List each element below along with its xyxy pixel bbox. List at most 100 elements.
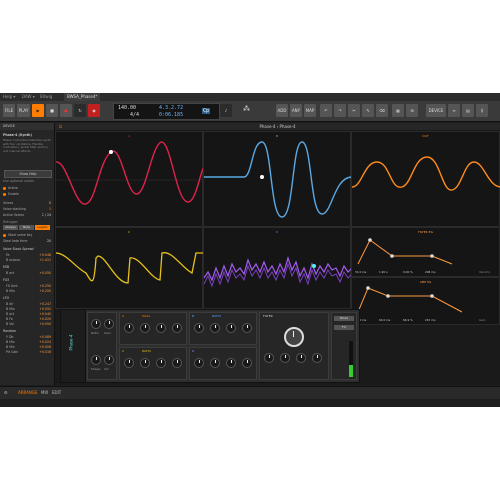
vol-knob[interactable] xyxy=(104,355,114,365)
mod-row[interactable]: B Mix +0.200 xyxy=(3,289,51,294)
toggle-active[interactable]: Active xyxy=(3,186,51,191)
power-icon[interactable]: ⏻ xyxy=(59,124,62,129)
menu-daw[interactable]: DAW ▾ xyxy=(22,93,35,101)
panel-button-3[interactable]: ⫼ xyxy=(476,104,488,117)
osc-c-label: C xyxy=(122,349,125,353)
scope-c-waveform xyxy=(56,252,204,284)
osc-d-knob-4[interactable] xyxy=(242,358,252,368)
menu-bitwig[interactable]: Bitwig xyxy=(40,93,52,101)
steal-toggle[interactable]: Steal same key xyxy=(3,233,51,238)
mod-row[interactable]: Pit Gain +0.016 xyxy=(3,350,51,355)
map-button[interactable]: MAP xyxy=(304,104,316,117)
output-meter-level xyxy=(349,365,353,377)
filter-knob-1[interactable] xyxy=(264,353,274,363)
bitwig-window: Help ▾ DAW ▾ Bitwig BWSA_Phase4* FILE PL… xyxy=(0,93,500,407)
osc-a-knob-4[interactable] xyxy=(172,323,182,333)
grid-button[interactable]: ▦ xyxy=(392,104,404,117)
cut-button[interactable]: ✂ xyxy=(348,104,360,117)
settings-icon[interactable]: ⚙ xyxy=(4,387,8,399)
retrigger-always[interactable]: Always xyxy=(3,225,18,230)
panel-button-2[interactable]: ▤ xyxy=(462,104,474,117)
editor-title: Phase-4 › Phase-4 xyxy=(259,124,296,129)
osc-d-knob-2[interactable] xyxy=(210,358,220,368)
add-button[interactable]: ADD xyxy=(276,104,288,117)
bottom-edit[interactable]: EDIT xyxy=(52,387,61,399)
retrigger-legato[interactable]: Legato xyxy=(35,225,50,230)
osc-c-knob-4[interactable] xyxy=(172,358,182,368)
voice-stacking-row[interactable]: Voice stacking 1 xyxy=(3,207,51,212)
osc-b-knob-3[interactable] xyxy=(226,323,236,333)
scope-a[interactable]: A xyxy=(55,131,204,227)
mod-row[interactable]: B octave +1.411 xyxy=(3,258,51,263)
bottom-bar: ARRANGE MIX EDIT ⚙ xyxy=(0,386,500,399)
record-button[interactable]: ● xyxy=(60,104,72,117)
file-button[interactable]: FILE xyxy=(3,104,15,117)
bitwig-logo-icon: ⁂ xyxy=(243,105,250,113)
mode-button[interactable]: Mode xyxy=(334,316,354,321)
project-tab[interactable]: BWSA_Phase4* xyxy=(64,93,101,101)
transport-mode[interactable]: Cp xyxy=(202,108,211,114)
osc-b-knob-1[interactable] xyxy=(194,323,204,333)
filter-knob-2[interactable] xyxy=(280,353,290,363)
device-button[interactable]: DEVICE xyxy=(426,104,446,117)
tempo-value[interactable]: 140.00 xyxy=(118,105,136,111)
time-signature[interactable]: 4/4 xyxy=(130,112,139,118)
toggle-enable[interactable]: Enable xyxy=(3,192,51,197)
osc-c-knob-3[interactable] xyxy=(156,358,166,368)
transport-display[interactable]: 140.00 4/4 4.3.2.72 0:06.185 Cp xyxy=(113,103,220,120)
filter-knob-3[interactable] xyxy=(296,353,306,363)
gain-knob[interactable] xyxy=(104,319,114,329)
osc-b-knob-4[interactable] xyxy=(242,323,252,333)
record-icon: ● xyxy=(64,108,68,113)
eraser-button[interactable]: ⌫ xyxy=(376,104,388,117)
osc-c-section: C RATIO xyxy=(119,347,187,380)
eraser-icon: ⌫ xyxy=(379,108,385,113)
mod-row[interactable]: B oct +0.050 xyxy=(3,271,51,276)
title-bar: Help ▾ DAW ▾ Bitwig BWSA_Phase4* xyxy=(0,93,500,101)
redo-button[interactable]: ↷ xyxy=(334,104,346,117)
voices-row[interactable]: Voices 8 xyxy=(3,201,51,206)
filter-envelope[interactable]: FILTER EG 31.0 ms 1.90 s 0.00 % 208 ms V… xyxy=(351,227,500,277)
beat-position: 4.3.2.72 xyxy=(159,105,184,111)
stop-button[interactable]: ■ xyxy=(46,104,58,117)
bottom-arrange[interactable]: ARRANGE xyxy=(18,387,38,399)
osc-a-knob-2[interactable] xyxy=(140,323,150,333)
fx-button[interactable]: FX xyxy=(334,325,354,330)
show-help-button[interactable]: Show Help xyxy=(4,170,52,178)
any-button[interactable]: ANY xyxy=(290,104,302,117)
scope-d[interactable]: D xyxy=(203,227,352,309)
retrigger-note[interactable]: Note xyxy=(19,225,34,230)
menu-help[interactable]: Help ▾ xyxy=(3,93,15,101)
snap-button[interactable]: ⊞ xyxy=(406,104,418,117)
osc-c-knob-2[interactable] xyxy=(140,358,150,368)
osc-d-knob-1[interactable] xyxy=(194,358,204,368)
pencil-icon: ✎ xyxy=(366,108,370,113)
filter-knob-4[interactable] xyxy=(312,353,322,363)
osc-a-label: A xyxy=(122,314,125,318)
mod-row[interactable]: B Vol +0.050 xyxy=(3,322,51,327)
pencil-button[interactable]: ✎ xyxy=(362,104,374,117)
fade-time-row[interactable]: Steal fade time 20 xyxy=(3,239,51,244)
bottom-mix[interactable]: MIX xyxy=(41,387,48,399)
play-button[interactable]: ▶ xyxy=(32,104,44,117)
scope-b[interactable]: B xyxy=(203,131,352,227)
osc-d-knob-3[interactable] xyxy=(226,358,236,368)
scope-c[interactable]: C xyxy=(55,227,204,309)
scope-out[interactable]: OUT xyxy=(351,131,500,227)
ratio-knob[interactable] xyxy=(91,319,101,329)
osc-a-knob-1[interactable] xyxy=(124,323,134,333)
scissors-icon: ✂ xyxy=(352,108,356,113)
undo-button[interactable]: ↶ xyxy=(320,104,332,117)
arm-button[interactable]: ◉ xyxy=(88,104,100,117)
osc-b-knob-2[interactable] xyxy=(210,323,220,333)
filter-cutoff-knob[interactable] xyxy=(284,327,304,347)
osc-c-knob-1[interactable] xyxy=(124,358,134,368)
shape-knob[interactable] xyxy=(91,355,101,365)
loop-button[interactable]: ↻ xyxy=(74,104,86,117)
play-mode-button[interactable]: PLAY xyxy=(17,104,30,117)
mixer-icon: ⫼ xyxy=(481,108,483,113)
metronome-button[interactable]: ♪ xyxy=(220,104,232,117)
amp-envelope[interactable]: AMP EG 2.50 ms 60.0 ms 66.9 % 215 ms Gai… xyxy=(351,277,500,325)
osc-a-knob-3[interactable] xyxy=(156,323,166,333)
panel-button-1[interactable]: ≡ xyxy=(448,104,460,117)
